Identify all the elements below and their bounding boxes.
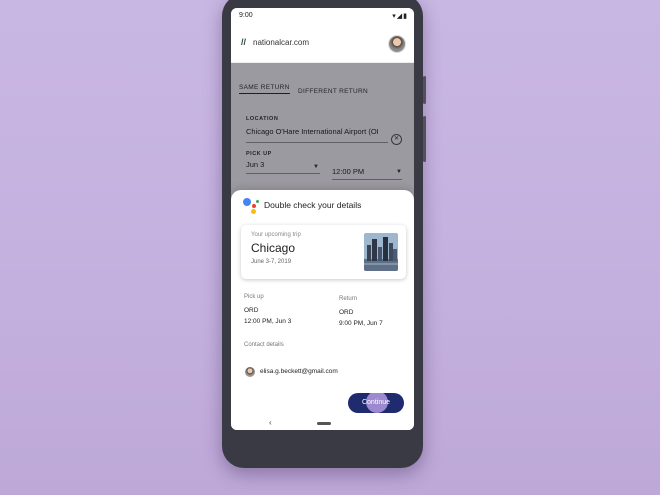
browser-app-bar: // nationalcar.com: [231, 26, 414, 63]
contact-avatar: [245, 367, 255, 377]
return-summary-code: ORD: [339, 309, 354, 316]
phone-device: 9:00 ▾◢▮ // nationalcar.com SAME RETURN …: [222, 0, 426, 468]
continue-button[interactable]: Continue: [348, 393, 404, 413]
pickup-summary-code: ORD: [244, 307, 259, 314]
google-assistant-icon: [243, 198, 259, 214]
trip-card[interactable]: Your upcoming trip Chicago June 3-7, 201…: [241, 225, 406, 279]
national-logo-icon: //: [241, 37, 247, 47]
pickup-summary-label: Pick up: [244, 294, 264, 300]
power-button: [423, 76, 426, 104]
android-nav-bar: ‹: [231, 417, 414, 430]
contact-label: Contact details: [244, 342, 284, 348]
assistant-bottom-sheet: Double check your details Your upcoming …: [231, 190, 414, 430]
volume-button: [423, 116, 426, 162]
account-avatar[interactable]: [388, 35, 406, 53]
pickup-summary-datetime: 12:00 PM, Jun 3: [244, 318, 292, 325]
reservation-form: SAME RETURN DIFFERENT RETURN LOCATION Ch…: [231, 63, 414, 430]
contact-email: elisa.g.beckett@gmail.com: [260, 368, 338, 375]
return-summary-datetime: 9:00 PM, Jun 7: [339, 320, 383, 327]
sheet-title: Double check your details: [264, 200, 362, 210]
chicago-skyline-image: [364, 233, 398, 271]
status-time: 9:00: [239, 12, 253, 19]
phone-screen: 9:00 ▾◢▮ // nationalcar.com SAME RETURN …: [231, 8, 414, 430]
status-bar: 9:00 ▾◢▮: [231, 8, 414, 26]
trip-dates: June 3-7, 2019: [251, 259, 292, 265]
trip-city: Chicago: [251, 241, 296, 255]
continue-label: Continue: [361, 399, 391, 406]
trip-subtitle: Your upcoming trip: [251, 232, 301, 238]
battery-icon: ▮: [403, 13, 408, 20]
return-summary-label: Return: [339, 296, 358, 302]
status-icons: ▾◢▮: [392, 12, 408, 20]
back-chevron-icon[interactable]: ‹: [269, 418, 272, 427]
home-pill-icon[interactable]: [317, 422, 331, 425]
site-domain[interactable]: nationalcar.com: [253, 38, 309, 47]
